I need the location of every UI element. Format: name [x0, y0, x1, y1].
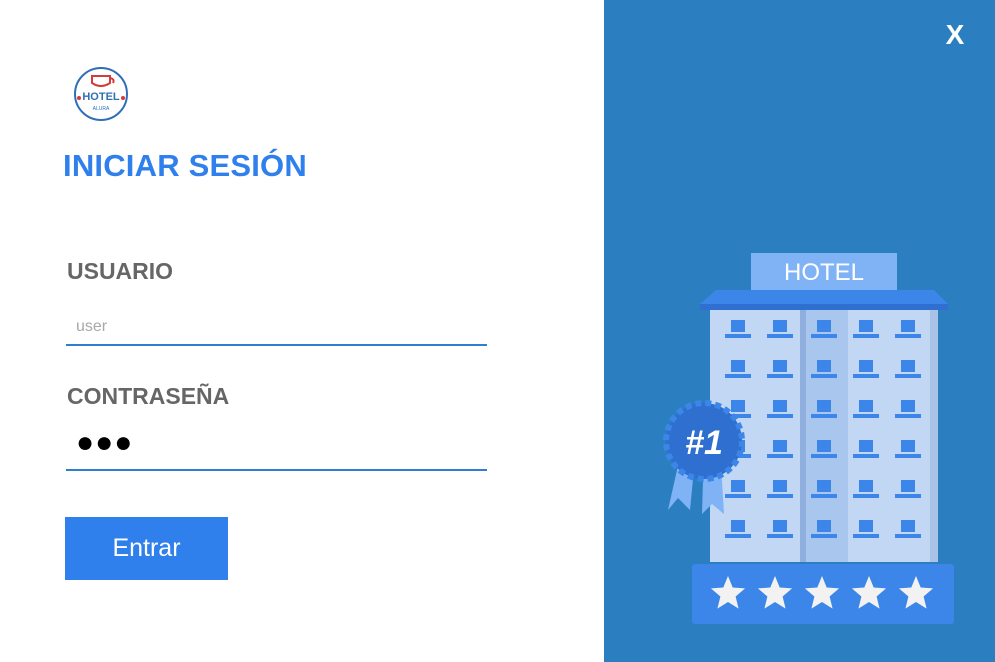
building-window	[817, 480, 831, 492]
hotel-building-illustration: HOTEL #1	[663, 253, 954, 624]
login-panel: HOTEL ALURA INICIAR SESIÓN USUARIO CONTR…	[0, 0, 604, 662]
logo-subtext: ALURA	[93, 106, 110, 112]
building-balcony	[811, 414, 837, 418]
login-button[interactable]: Entrar	[65, 517, 228, 580]
building-window	[731, 320, 745, 332]
building-window	[773, 320, 787, 332]
close-button[interactable]: X	[934, 16, 976, 54]
building-balcony	[725, 534, 751, 538]
building-window	[773, 480, 787, 492]
building-balcony	[767, 414, 793, 418]
building-window	[901, 520, 915, 532]
username-underline	[66, 344, 487, 346]
building-balcony	[767, 334, 793, 338]
building-balcony	[811, 334, 837, 338]
building-window	[731, 480, 745, 492]
building-balcony	[725, 374, 751, 378]
building-window	[817, 320, 831, 332]
building-balcony	[811, 494, 837, 498]
building-balcony	[725, 334, 751, 338]
building-balcony	[853, 334, 879, 338]
hotel-sign-text: HOTEL	[784, 259, 864, 286]
building-window	[817, 520, 831, 532]
building-balcony	[767, 534, 793, 538]
building-window	[901, 480, 915, 492]
building-window	[859, 520, 873, 532]
building-balcony	[811, 374, 837, 378]
logo-text: HOTEL	[82, 91, 120, 103]
building-balcony	[853, 534, 879, 538]
building-balcony	[895, 374, 921, 378]
building-balcony	[767, 494, 793, 498]
building-window	[773, 440, 787, 452]
hotel-logo: HOTEL ALURA	[74, 67, 128, 121]
building-window	[901, 440, 915, 452]
password-underline	[66, 469, 487, 471]
building-balcony	[767, 374, 793, 378]
building-window	[859, 480, 873, 492]
building-window	[901, 360, 915, 372]
building-window	[901, 320, 915, 332]
building-window	[731, 400, 745, 412]
building-window	[859, 320, 873, 332]
building-balcony	[853, 494, 879, 498]
building-window	[901, 400, 915, 412]
building-window	[817, 360, 831, 372]
username-input[interactable]	[66, 310, 487, 344]
password-label: CONTRASEÑA	[67, 383, 230, 409]
building-balcony	[811, 454, 837, 458]
building-balcony	[895, 334, 921, 338]
building-balcony	[725, 494, 751, 498]
building-balcony	[895, 414, 921, 418]
building-balcony	[853, 454, 879, 458]
building-balcony	[895, 534, 921, 538]
building-window	[859, 400, 873, 412]
building-balcony	[895, 494, 921, 498]
building-window	[773, 520, 787, 532]
rank-badge-text: #1	[685, 424, 723, 462]
building-window	[731, 520, 745, 532]
building-window	[731, 360, 745, 372]
building-window	[859, 360, 873, 372]
building-balcony	[895, 454, 921, 458]
building-balcony	[853, 414, 879, 418]
page-title: INICIAR SESIÓN	[63, 148, 307, 183]
building-balcony	[853, 374, 879, 378]
building-window	[773, 400, 787, 412]
password-input[interactable]	[66, 425, 487, 461]
building-window	[773, 360, 787, 372]
building-window	[859, 440, 873, 452]
building-window	[817, 400, 831, 412]
username-label: USUARIO	[67, 258, 174, 284]
building-balcony	[811, 534, 837, 538]
building-balcony	[767, 454, 793, 458]
building-window	[817, 440, 831, 452]
